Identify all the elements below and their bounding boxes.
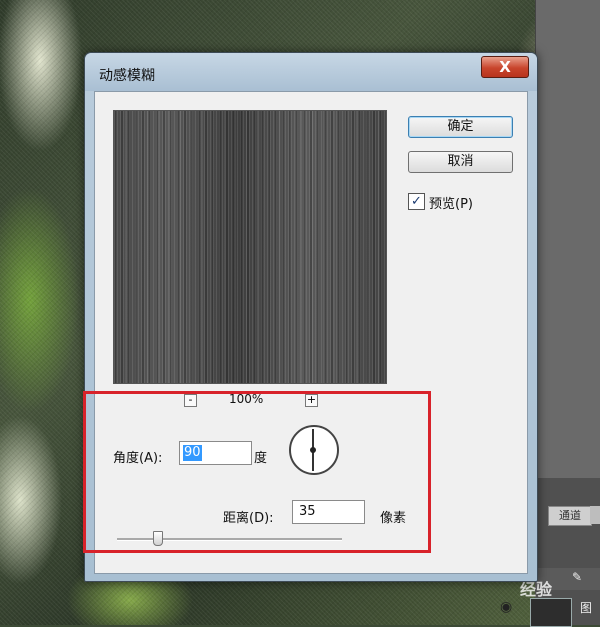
layer-label: 图 xyxy=(580,601,593,615)
cancel-button[interactable]: 取消 xyxy=(408,151,513,173)
panel-tab-edge[interactable] xyxy=(590,506,600,524)
layer-thumbnail[interactable] xyxy=(530,598,572,627)
brush-icon[interactable]: ✎ xyxy=(572,570,582,584)
close-button[interactable]: X xyxy=(481,56,529,78)
dialog-titlebar[interactable]: 动感模糊 X xyxy=(85,53,537,91)
preview-checkbox[interactable]: ✓ xyxy=(408,193,425,210)
channels-panel-tab[interactable]: 通道 xyxy=(548,506,592,526)
photoshop-panel-area xyxy=(535,0,600,478)
filter-preview[interactable] xyxy=(113,110,387,384)
annotation-highlight-box xyxy=(83,391,431,553)
ok-button[interactable]: 确定 xyxy=(408,116,513,138)
dialog-title: 动感模糊 xyxy=(99,68,155,84)
preview-checkbox-label[interactable]: 预览(P) xyxy=(429,193,473,212)
eye-icon[interactable]: ◉ xyxy=(500,599,512,615)
